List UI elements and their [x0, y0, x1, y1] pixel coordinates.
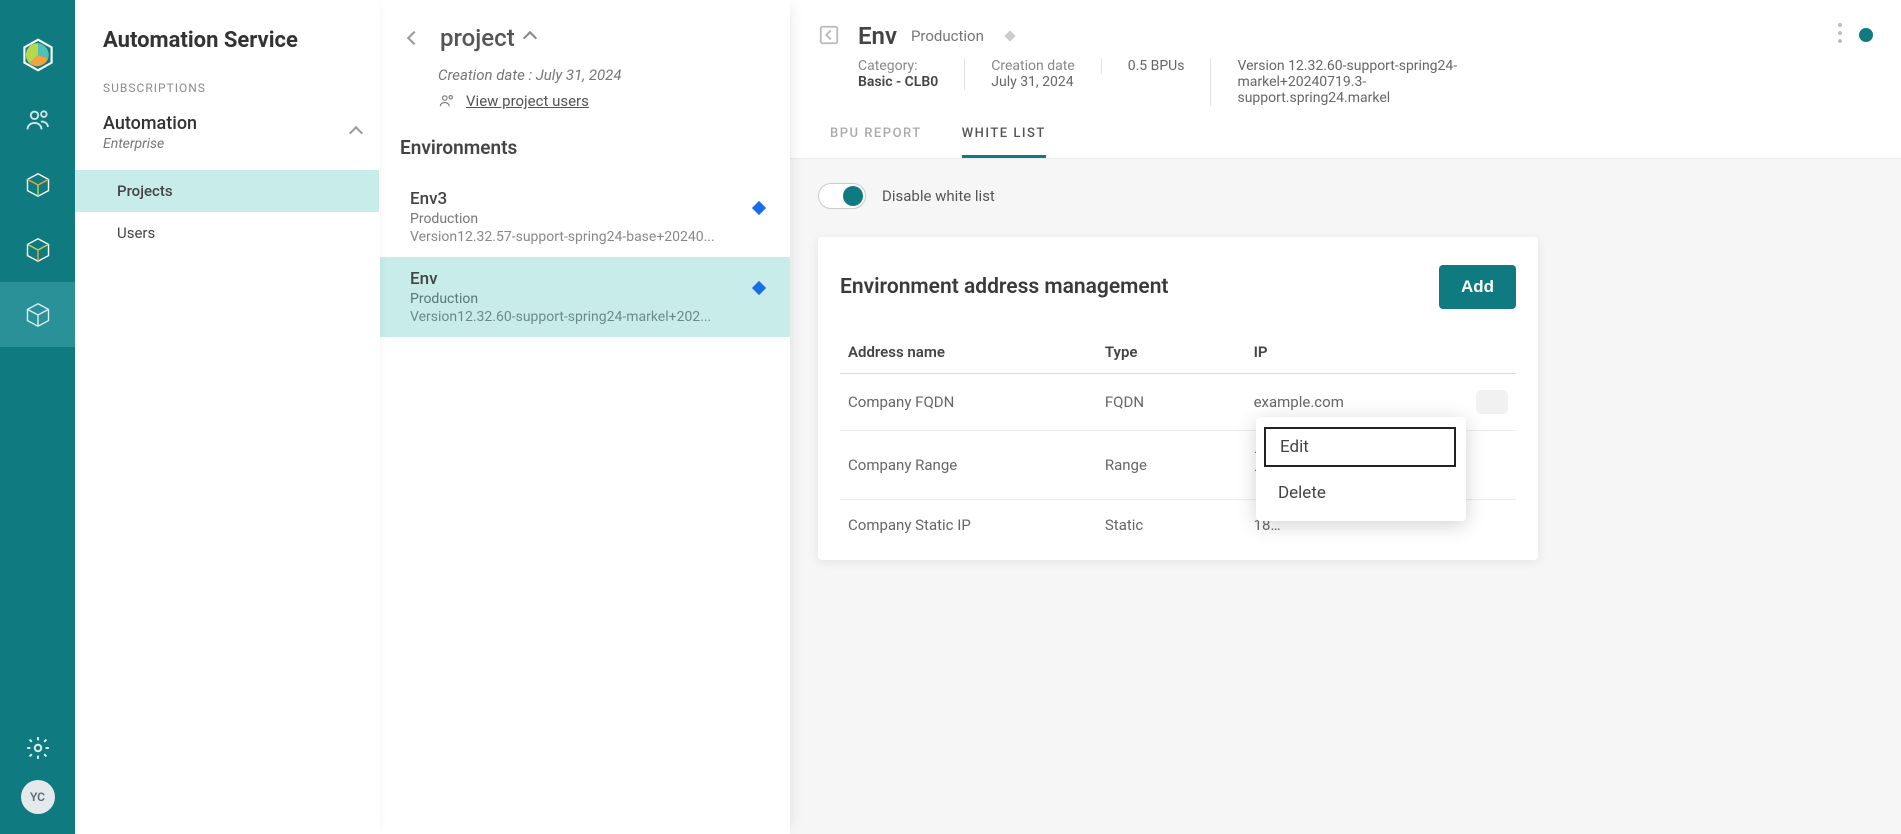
chevron-left-icon: [407, 31, 421, 45]
automation-tier: Enterprise: [103, 136, 197, 152]
tab-white-list[interactable]: WHITE LIST: [962, 126, 1046, 158]
env-name: Env3: [410, 189, 770, 209]
env-name: Env: [410, 269, 770, 289]
back-button[interactable]: [400, 33, 428, 43]
sidebar-item-projects[interactable]: Projects: [75, 170, 379, 212]
env-status-badge: [1004, 30, 1015, 41]
environment-item[interactable]: Env3 Production Version12.32.57-support-…: [380, 177, 790, 257]
env-version: Version12.32.60-support-spring24-markel+…: [410, 309, 770, 325]
icon-rail: YC: [0, 0, 75, 834]
tabs: BPU REPORT WHITE LIST: [790, 106, 1901, 159]
chevron-up-icon: [349, 125, 363, 139]
users-icon: [438, 92, 456, 110]
creation-date-label: Creation date: [991, 58, 1074, 74]
view-project-users-link[interactable]: View project users: [466, 92, 589, 110]
users-icon: [24, 106, 52, 134]
version-text: Version 12.32.60-support-spring24-markel…: [1210, 58, 1490, 106]
address-name-cell: Company FQDN: [840, 374, 1097, 431]
context-menu-edit[interactable]: Edit: [1264, 427, 1456, 467]
more-menu-button[interactable]: [1837, 22, 1843, 48]
sidebar-item-users[interactable]: Users: [75, 212, 379, 254]
disable-whitelist-toggle[interactable]: [818, 183, 866, 209]
tab-bpu-report[interactable]: BPU REPORT: [830, 126, 922, 158]
env-stage: Production: [410, 291, 770, 307]
rail-cube-1[interactable]: [0, 152, 75, 217]
add-button[interactable]: Add: [1439, 265, 1516, 309]
project-panel: project Creation date : July 31, 2024 Vi…: [380, 0, 790, 834]
address-type-cell: Static: [1097, 500, 1246, 551]
toggle-label: Disable white list: [882, 187, 995, 205]
rail-cube-2[interactable]: [0, 217, 75, 282]
main-panel: Env Production Category: Basic - CLB0 Cr…: [790, 0, 1901, 834]
cube-outline-icon: [24, 301, 52, 329]
env-version: Version12.32.57-support-spring24-base+20…: [410, 229, 770, 245]
col-ip: IP: [1246, 331, 1468, 374]
address-type-cell: Range: [1097, 431, 1246, 500]
category-value: Basic - CLB0: [858, 74, 938, 90]
automation-header[interactable]: Automation Enterprise: [75, 113, 379, 152]
cube-icon: [24, 236, 52, 264]
context-menu-delete[interactable]: Delete: [1256, 471, 1466, 515]
col-address-name: Address name: [840, 331, 1097, 374]
subscriptions-panel: Automation Service SUBSCRIPTIONS Automat…: [75, 0, 380, 834]
env-stage: Production: [410, 211, 770, 227]
expand-icon: [818, 24, 840, 46]
automation-title: Automation: [103, 113, 197, 134]
environments-heading: Environments: [380, 136, 790, 177]
rail-users[interactable]: [0, 87, 75, 152]
subscriptions-label: SUBSCRIPTIONS: [75, 81, 379, 113]
address-type-cell: FQDN: [1097, 374, 1246, 431]
panel-title: Automation Service: [75, 28, 379, 81]
nav-list: Projects Users: [75, 170, 379, 254]
env-header: Env Production Category: Basic - CLB0 Cr…: [790, 0, 1901, 106]
rail-cube-active[interactable]: [0, 282, 75, 347]
rail-logo[interactable]: [0, 22, 75, 87]
app-logo-icon: [21, 38, 55, 72]
project-creation-date: Creation date : July 31, 2024: [438, 66, 770, 84]
context-menu: Edit Delete: [1256, 417, 1466, 521]
address-name-cell: Company Range: [840, 431, 1097, 500]
bpu-value: 0.5 BPUs: [1128, 58, 1185, 74]
creation-date-value: July 31, 2024: [991, 74, 1074, 90]
env-detail-stage: Production: [911, 27, 984, 45]
main-body: Disable white list Environment address m…: [790, 159, 1901, 834]
chevron-up-icon[interactable]: [523, 31, 537, 45]
environment-item[interactable]: Env Production Version12.32.60-support-s…: [380, 257, 790, 337]
col-type: Type: [1097, 331, 1246, 374]
expand-button[interactable]: [818, 24, 840, 50]
avatar[interactable]: YC: [21, 780, 55, 814]
row-action-button[interactable]: [1476, 390, 1508, 414]
gear-icon: [25, 735, 51, 761]
card-title: Environment address management: [840, 275, 1168, 299]
rail-settings[interactable]: [0, 715, 75, 780]
env-detail-name: Env: [858, 22, 897, 50]
status-indicator: [1859, 28, 1873, 42]
kebab-icon: [1837, 22, 1843, 44]
address-name-cell: Company Static IP: [840, 500, 1097, 551]
cube-icon: [24, 171, 52, 199]
category-label: Category:: [858, 58, 938, 74]
project-title: project: [440, 24, 515, 52]
